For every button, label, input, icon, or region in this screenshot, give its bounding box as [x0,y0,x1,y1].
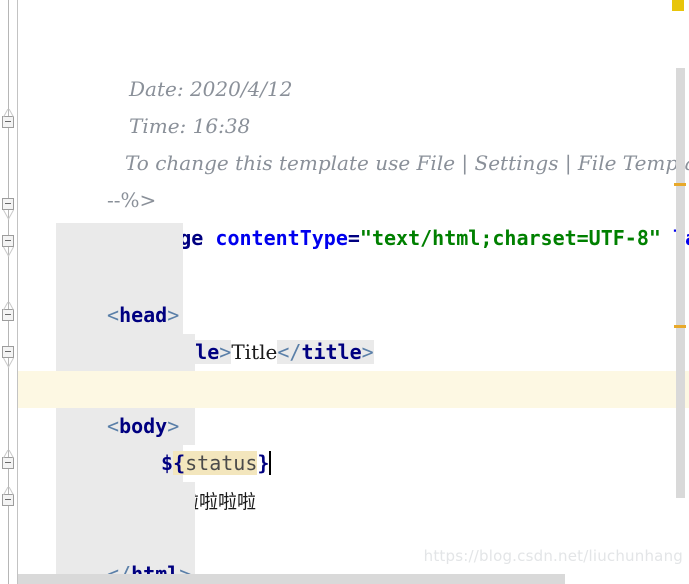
fold-region-cap-body-close [2,451,14,458]
code-line-el-expression[interactable]: ${status} [18,371,689,475]
horizontal-scrollbar-thumb[interactable] [18,574,565,584]
code-line-page-directive[interactable]: <%@ page contentType="text/html;charset=… [18,146,689,250]
vertical-scrollbar-thumb[interactable] [676,68,685,498]
code-editor[interactable]: Date: 2020/4/12 Time: 16:38 To change th… [0,0,689,584]
warning-marker-directive[interactable] [674,183,686,186]
code-line-cjk-text[interactable]: 啦啦啦啦啦 [18,409,689,513]
code-line-comment-time[interactable]: Time: 16:38 [18,34,689,138]
code-line-body-open[interactable]: <body> [18,334,689,482]
fold-region-end-head [2,247,14,256]
watermark-text: https://blog.csdn.net/liuchunhang [423,547,683,565]
fold-gutter[interactable] [0,0,18,584]
fold-toggle-html-close[interactable] [2,494,14,506]
code-line-body-close[interactable]: </body> [18,445,689,584]
fold-toggle-head[interactable] [2,235,14,247]
fold-region-end-body [2,358,14,367]
vertical-scrollbar-zone[interactable] [669,0,689,584]
code-line-title[interactable]: <title>Title</title> [18,260,689,364]
code-line-comment-close[interactable]: --%> [18,108,689,212]
code-line-html-open[interactable]: <html> [18,186,689,334]
fold-toggle-comment[interactable] [2,116,14,128]
fold-toggle-body[interactable] [2,346,14,358]
code-line-head-open[interactable]: <head> [18,223,689,371]
code-line-comment-date[interactable]: Date: 2020/4/12 [18,0,689,101]
code-line-head-close[interactable]: </head> [18,297,689,445]
code-line-comment-template[interactable]: To change this template use File | Setti… [18,71,689,175]
fold-toggle-head-close[interactable] [2,309,14,321]
fold-toggle-html[interactable] [2,198,14,210]
fold-region-cap-comment [2,110,14,117]
fold-region-cap-html-close [2,488,14,495]
fold-region-end-html [2,210,14,219]
code-line-html-close[interactable]: </html> [18,482,689,584]
fold-toggle-body-close[interactable] [2,457,14,469]
warning-marker-body[interactable] [674,325,686,328]
fold-region-cap-head-close [2,303,14,310]
code-content[interactable]: Date: 2020/4/12 Time: 16:38 To change th… [18,0,689,584]
